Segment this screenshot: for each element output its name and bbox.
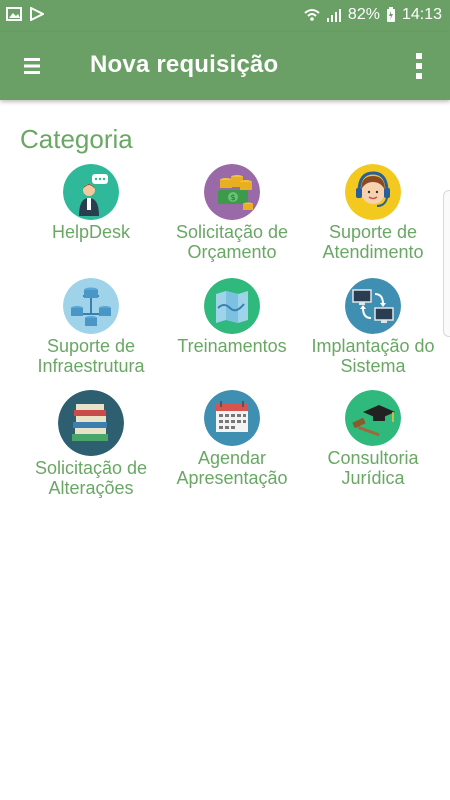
- status-right: 82% 14:13: [304, 6, 442, 24]
- hamburger-menu-icon[interactable]: [22, 56, 42, 76]
- category-label-line1: Treinamentos: [177, 336, 287, 356]
- category-label-line2: Atendimento: [322, 242, 424, 262]
- status-bar: 82% 14:13: [0, 0, 450, 32]
- books-stack-icon: [58, 390, 124, 456]
- svg-text:$: $: [230, 193, 235, 202]
- app-bar: Nova requisição: [0, 32, 450, 100]
- category-label-line2: Sistema: [340, 356, 406, 376]
- category-label-line1: Consultoria: [327, 448, 419, 468]
- category-treinamentos[interactable]: Treinamentos: [162, 278, 302, 356]
- calendar-icon: [204, 390, 260, 446]
- play-store-icon: [30, 7, 44, 21]
- network-database-icon: [63, 278, 119, 334]
- category-solicitacao-orcamento[interactable]: $ Solicitação de Orçamento: [162, 164, 302, 262]
- battery-icon: [386, 7, 395, 22]
- wifi-icon: [304, 9, 320, 21]
- category-label-line1: Solicitação de: [175, 222, 289, 242]
- helpdesk-person-icon: [63, 164, 119, 220]
- gallery-icon: [6, 7, 22, 21]
- category-implantacao-sistema[interactable]: Implantação do Sistema: [303, 278, 443, 376]
- battery-percent: 82%: [347, 6, 380, 23]
- category-heading: Categoria: [20, 124, 133, 154]
- category-label-line1: Solicitação de: [34, 458, 148, 478]
- category-label-line2: Infraestrutura: [37, 356, 145, 376]
- money-coins-icon: $: [204, 164, 260, 220]
- headset-agent-icon: [345, 164, 401, 220]
- clock: 14:13: [401, 6, 442, 23]
- category-label-line1: Suporte de: [46, 336, 136, 356]
- more-vertical-icon[interactable]: [414, 52, 424, 80]
- category-label-line1: Agendar: [197, 448, 267, 468]
- category-label-line2: Orçamento: [187, 242, 277, 262]
- category-suporte-atendimento[interactable]: Suporte de Atendimento: [303, 164, 443, 262]
- category-agendar-apresentacao[interactable]: Agendar Apresentação: [162, 390, 302, 488]
- category-label-line1: Suporte de: [328, 222, 418, 242]
- page-title: Nova requisição: [90, 51, 279, 78]
- category-label-line1: Implantação do: [311, 336, 435, 356]
- computers-sync-icon: [345, 278, 401, 334]
- status-left: [6, 7, 44, 21]
- category-solicitacao-alteracoes[interactable]: Solicitação de Alterações: [21, 390, 161, 498]
- category-label-line2: Alterações: [48, 478, 134, 498]
- category-label-line2: Jurídica: [341, 468, 405, 488]
- graduation-gavel-icon: [345, 390, 401, 446]
- category-consultoria-juridica[interactable]: Consultoria Jurídica: [303, 390, 443, 488]
- edge-panel-handle[interactable]: [443, 190, 450, 337]
- category-label-line2: Apresentação: [176, 468, 288, 488]
- signal-icon: [326, 9, 341, 22]
- category-suporte-infraestrutura[interactable]: Suporte de Infraestrutura: [21, 278, 161, 376]
- category-helpdesk[interactable]: HelpDesk: [21, 164, 161, 242]
- map-book-icon: [204, 278, 260, 334]
- category-label-line1: HelpDesk: [51, 222, 131, 242]
